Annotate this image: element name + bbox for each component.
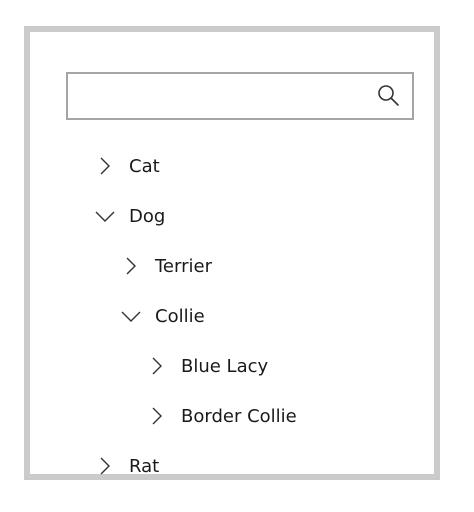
search-icon[interactable] [376,84,400,108]
tree-item-dog[interactable]: Dog [94,200,165,232]
chevron-down-icon[interactable] [120,305,142,327]
tree-item-cat[interactable]: Cat [94,150,160,182]
tree-item-label: Collie [155,305,205,327]
tree-item-collie[interactable]: Collie [120,300,205,332]
chevron-right-icon[interactable] [146,355,168,377]
tree-item-rat[interactable]: Rat [94,450,159,482]
tree-item-label: Blue Lacy [181,355,269,377]
tree-item-terrier[interactable]: Terrier [120,250,212,282]
chevron-down-icon[interactable] [94,205,116,227]
tree-item-label: Border Collie [181,405,297,427]
tree-item-label: Dog [129,205,166,227]
chevron-right-icon[interactable] [146,405,168,427]
tree-item-label: Cat [129,155,160,177]
chevron-right-icon[interactable] [120,255,142,277]
tree-view-panel: Cat Dog Terrier Collie Blue Lacy Border … [24,26,440,480]
tree-item-label: Terrier [155,255,212,277]
tree-item-border-collie[interactable]: Border Collie [146,400,297,432]
chevron-right-icon[interactable] [94,455,116,477]
tree-item-label: Rat [129,455,160,477]
search-input[interactable] [74,74,370,118]
chevron-right-icon[interactable] [94,155,116,177]
search-box[interactable] [66,72,414,120]
tree-item-blue-lacy[interactable]: Blue Lacy [146,350,268,382]
